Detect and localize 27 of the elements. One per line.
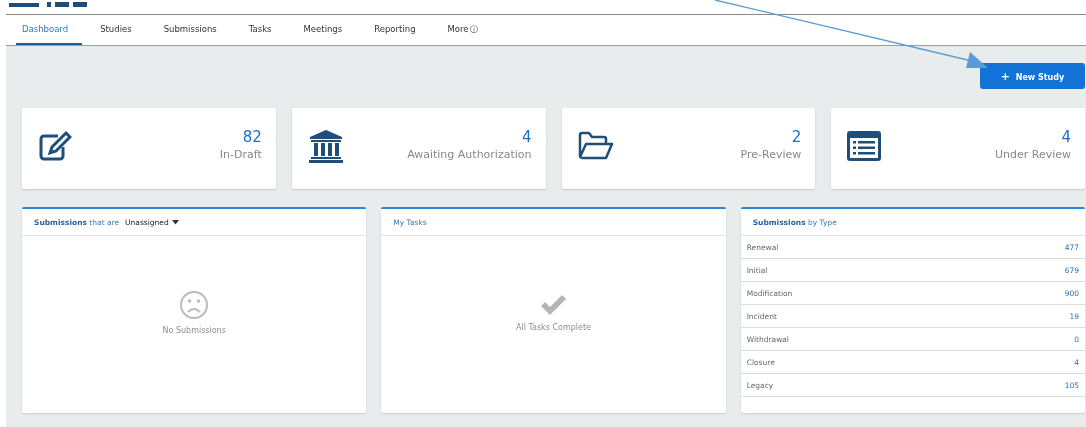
nav-tab[interactable]: Reporting: [368, 15, 430, 45]
stat-count: 2: [791, 128, 802, 146]
empty-message: No Submissions: [162, 326, 226, 335]
nav-tab[interactable]: Submissions: [157, 15, 231, 45]
nav-tab[interactable]: Meetings: [297, 15, 357, 45]
stat-count: 4: [521, 128, 532, 146]
stat-label: Awaiting Authorization: [407, 148, 532, 161]
nav-tab[interactable]: Tasks: [242, 15, 286, 45]
stat-count: 82: [242, 128, 262, 146]
empty-message: All Tasks Complete: [516, 323, 591, 332]
stat-card[interactable]: 4 Awaiting Authorization: [291, 108, 546, 189]
stat-label: Under Review: [994, 148, 1071, 161]
stat-label: In-Draft: [219, 148, 262, 161]
caret-icon: [171, 219, 179, 225]
edit-icon: [38, 129, 72, 162]
bank-icon: [307, 127, 344, 164]
stat-card[interactable]: 4 Under Review: [831, 108, 1085, 189]
checkmark-icon: [539, 293, 568, 317]
list-icon: [847, 130, 882, 161]
stat-count: 4: [1061, 128, 1071, 146]
folder-icon: [577, 130, 614, 161]
stat-card[interactable]: 2 Pre-Review: [561, 108, 816, 189]
stat-card[interactable]: 82 In-Draft: [22, 108, 276, 189]
new-study-button[interactable]: + New Study: [980, 63, 1085, 89]
sad-face-icon: [179, 290, 210, 320]
nav-tab[interactable]: Studies: [94, 15, 146, 45]
stat-label: Pre-Review: [740, 148, 802, 161]
